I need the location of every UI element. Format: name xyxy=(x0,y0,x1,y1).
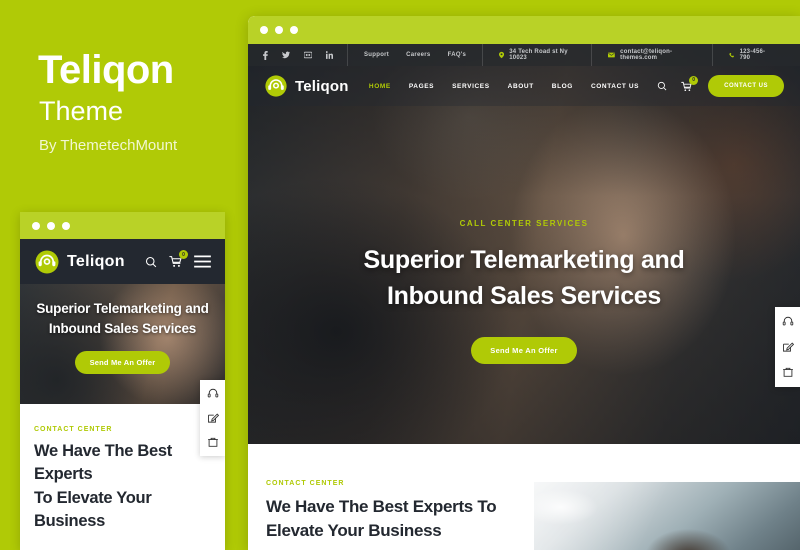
twitter-icon[interactable] xyxy=(282,51,290,59)
section-text-column: CONTACT CENTER We Have The Best Experts … xyxy=(248,444,526,550)
nav-item-services[interactable]: SERVICES xyxy=(452,83,490,90)
hero-cta-button[interactable]: Send Me An Offer xyxy=(471,336,577,364)
desktop-cart[interactable]: 0 xyxy=(681,75,699,92)
search-icon[interactable] xyxy=(657,81,667,91)
section-eyebrow: CONTACT CENTER xyxy=(266,480,345,487)
topbar-link-support[interactable]: Support xyxy=(364,52,389,58)
topbar-email-text: contact@teliqon-themes.com xyxy=(620,49,673,61)
topbar-link-careers[interactable]: Careers xyxy=(406,52,430,58)
cart-count-badge: 0 xyxy=(689,75,699,85)
promo-title: Teliqon xyxy=(38,48,174,92)
topbar-address-text: 34 Tech Road st Ny 10023 xyxy=(509,49,568,61)
desktop-floating-action-bar xyxy=(775,307,800,387)
cart-icon[interactable] xyxy=(782,367,794,379)
mobile-section-heading-line1: We Have The Best Experts xyxy=(34,442,172,484)
mobile-hero-heading-line2: Inbound Sales Services xyxy=(48,321,197,337)
window-dot-maximize[interactable] xyxy=(290,26,298,34)
mobile-preview-window: Teliqon 0 Superior Telemarketing and Inb… xyxy=(20,212,225,550)
hero-content: CALL CENTER SERVICES Superior Telemarket… xyxy=(248,219,800,364)
hero-heading-line1: Superior Telemarketing and xyxy=(363,246,685,274)
mobile-logo-text: Teliqon xyxy=(67,252,125,270)
topbar-link-faqs[interactable]: FAQ's xyxy=(448,52,467,58)
section-heading-line2: Elevate Your Business xyxy=(266,521,442,541)
mobile-section-heading-line2: To Elevate Your Business xyxy=(34,488,152,531)
nav-item-home[interactable]: HOME xyxy=(369,83,391,90)
mobile-cart[interactable]: 0 xyxy=(169,250,188,268)
nav-item-pages[interactable]: PAGES xyxy=(409,83,434,90)
headset-icon[interactable] xyxy=(782,315,794,327)
mobile-section-heading: We Have The Best Experts To Elevate Your… xyxy=(34,440,211,534)
desktop-content-section: CONTACT CENTER We Have The Best Experts … xyxy=(248,444,800,550)
mobile-logo[interactable]: Teliqon xyxy=(34,249,125,275)
mobile-navbar: Teliqon 0 xyxy=(20,239,225,284)
desktop-utility-topbar: Support Careers FAQ's 34 Tech Road st Ny… xyxy=(248,44,800,66)
cart-count-badge: 0 xyxy=(179,250,188,259)
envelope-icon xyxy=(608,52,616,58)
desktop-preview-window: CALL CENTER SERVICES Superior Telemarket… xyxy=(248,16,800,550)
section-image xyxy=(534,482,800,550)
window-dot-close[interactable] xyxy=(32,221,40,230)
main-menu: HOME PAGES SERVICES ABOUT BLOG CONTACT U… xyxy=(369,83,639,90)
hero-eyebrow: CALL CENTER SERVICES xyxy=(459,219,589,228)
topbar-links: Support Careers FAQ's xyxy=(348,44,484,66)
topbar-phone[interactable]: 123-456-790 xyxy=(711,44,786,66)
window-dot-minimize[interactable] xyxy=(47,221,55,230)
hero-heading: Superior Telemarketing and Inbound Sales… xyxy=(248,242,800,315)
hero-heading-line2: Inbound Sales Services xyxy=(386,282,662,311)
nav-cta-contact-us-button[interactable]: CONTACT US xyxy=(708,75,784,97)
mobile-hero-heading: Superior Telemarketing and Inbound Sales… xyxy=(20,299,225,340)
headset-icon[interactable] xyxy=(207,387,219,399)
section-heading: We Have The Best Experts To Elevate Your… xyxy=(266,495,500,543)
facebook-icon[interactable] xyxy=(262,50,268,60)
topbar-contact-info: 34 Tech Road st Ny 10023 contact@teliqon… xyxy=(483,44,786,66)
mobile-floating-action-bar xyxy=(200,380,225,456)
linkedin-icon[interactable] xyxy=(326,51,333,59)
desktop-logo-text: Teliqon xyxy=(295,77,349,95)
nav-item-blog[interactable]: BLOG xyxy=(552,83,573,90)
promo-author: By ThemetechMount xyxy=(39,137,178,154)
topbar-phone-text: 123-456-790 xyxy=(739,49,766,61)
map-pin-icon xyxy=(499,51,505,59)
topbar-address: 34 Tech Road st Ny 10023 xyxy=(483,44,591,66)
mobile-nav-actions: 0 xyxy=(145,250,211,268)
mobile-section-eyebrow: CONTACT CENTER xyxy=(34,426,113,433)
phone-icon xyxy=(729,52,734,57)
mobile-content-section: CONTACT CENTER We Have The Best Experts … xyxy=(20,404,225,534)
section-image-column xyxy=(526,444,800,550)
search-icon[interactable] xyxy=(145,256,157,268)
window-dot-close[interactable] xyxy=(260,26,268,34)
desktop-nav-actions: 0 xyxy=(657,75,699,92)
hamburger-menu-icon[interactable] xyxy=(194,255,211,268)
window-dot-minimize[interactable] xyxy=(275,26,283,34)
teliqon-headset-logo-icon xyxy=(35,250,59,273)
teliqon-headset-logo-icon xyxy=(265,75,287,97)
section-heading-line1: We Have The Best Experts To xyxy=(266,497,497,516)
flickr-icon[interactable] xyxy=(304,51,312,59)
window-dot-maximize[interactable] xyxy=(62,221,70,230)
mobile-hero: Superior Telemarketing and Inbound Sales… xyxy=(20,284,225,404)
topbar-email[interactable]: contact@teliqon-themes.com xyxy=(591,44,711,66)
cart-icon[interactable] xyxy=(207,437,219,449)
edit-icon[interactable] xyxy=(207,412,219,424)
edit-icon[interactable] xyxy=(782,341,794,353)
mobile-titlebar xyxy=(20,212,225,239)
mobile-hero-heading-line1: Superior Telemarketing and xyxy=(36,301,209,316)
nav-item-about[interactable]: ABOUT xyxy=(508,83,534,90)
mobile-hero-cta-button[interactable]: Send Me An Offer xyxy=(74,350,171,374)
social-links xyxy=(262,44,348,66)
desktop-titlebar xyxy=(248,16,800,44)
nav-item-contact-us[interactable]: CONTACT US xyxy=(591,83,639,90)
promo-subtitle: Theme xyxy=(39,96,124,126)
desktop-navbar: Teliqon HOME PAGES SERVICES ABOUT BLOG C… xyxy=(248,66,800,106)
desktop-logo[interactable]: Teliqon xyxy=(264,74,349,98)
